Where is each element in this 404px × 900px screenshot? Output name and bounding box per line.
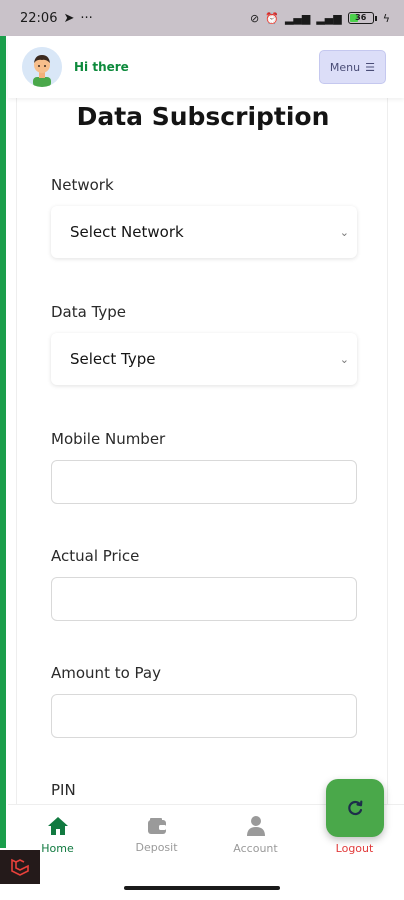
subscription-card: Data Subscription Network Select Network… [16,98,388,818]
battery-icon: 36 [347,12,377,24]
gesture-handle[interactable] [124,886,280,890]
network-select-value: Select Network [70,223,184,241]
nav-home-label: Home [41,842,74,855]
home-icon [47,817,68,835]
alarm-off-icon: ⏰ [265,11,279,25]
nav-account-label: Account [233,842,278,855]
avatar-illustration-icon [22,47,62,87]
app-header: Hi there Menu ☰ [8,36,404,98]
status-left: 22:06 ➤ ··· [20,11,93,26]
signal-icon: ▂▄▆ [284,11,311,25]
actual-price-label: Actual Price [51,547,140,565]
link-icon: ⊘ [250,11,260,25]
menu-button-label: Menu [329,60,361,74]
status-time: 22:06 [20,10,58,26]
amount-to-pay-input[interactable] [51,694,357,738]
mobile-number-input[interactable] [51,460,357,504]
user-icon [246,816,265,836]
avatar[interactable] [22,47,62,87]
refresh-button[interactable] [326,779,384,837]
hamburger-icon: ☰ [365,60,375,74]
send-icon: ➤ [63,10,75,26]
more-notifications-icon: ··· [80,10,93,26]
charging-icon: ϟ [382,11,390,25]
menu-button[interactable]: Menu ☰ [318,50,386,84]
nav-deposit[interactable]: Deposit [107,805,206,866]
data-type-select[interactable]: Select Type ⌄ [51,333,357,385]
refresh-icon [348,800,363,816]
chevron-down-icon: ⌄ [339,225,349,239]
nav-deposit-label: Deposit [135,841,178,854]
battery-level: 36 [355,13,367,22]
data-type-label: Data Type [51,303,127,321]
signal-2-icon: ▂▄▆ [316,11,342,25]
network-label: Network [51,176,114,194]
wallet-icon [147,818,166,834]
network-select[interactable]: Select Network ⌄ [51,206,357,258]
user-block: Hi there [22,47,129,87]
data-type-select-value: Select Type [70,350,156,368]
amount-to-pay-label: Amount to Pay [51,664,161,682]
nav-account[interactable]: Account [206,805,305,866]
greeting-text: Hi there [74,60,129,74]
pin-label: PIN [51,781,76,799]
page-title: Data Subscription [76,102,330,131]
system-navigation-bar [0,866,404,900]
chevron-down-icon: ⌄ [339,352,349,366]
nav-logout-label: Logout [335,842,374,855]
laravel-logo-icon [0,850,40,884]
status-bar: 22:06 ➤ ··· ⊘ ⏰ ▂▄▆ ▂▄▆ 36 ϟ [0,0,404,36]
mobile-number-label: Mobile Number [51,430,166,448]
status-right: ⊘ ⏰ ▂▄▆ ▂▄▆ 36 ϟ [250,12,390,25]
actual-price-input[interactable] [51,577,357,621]
side-accent-strip [0,36,6,848]
